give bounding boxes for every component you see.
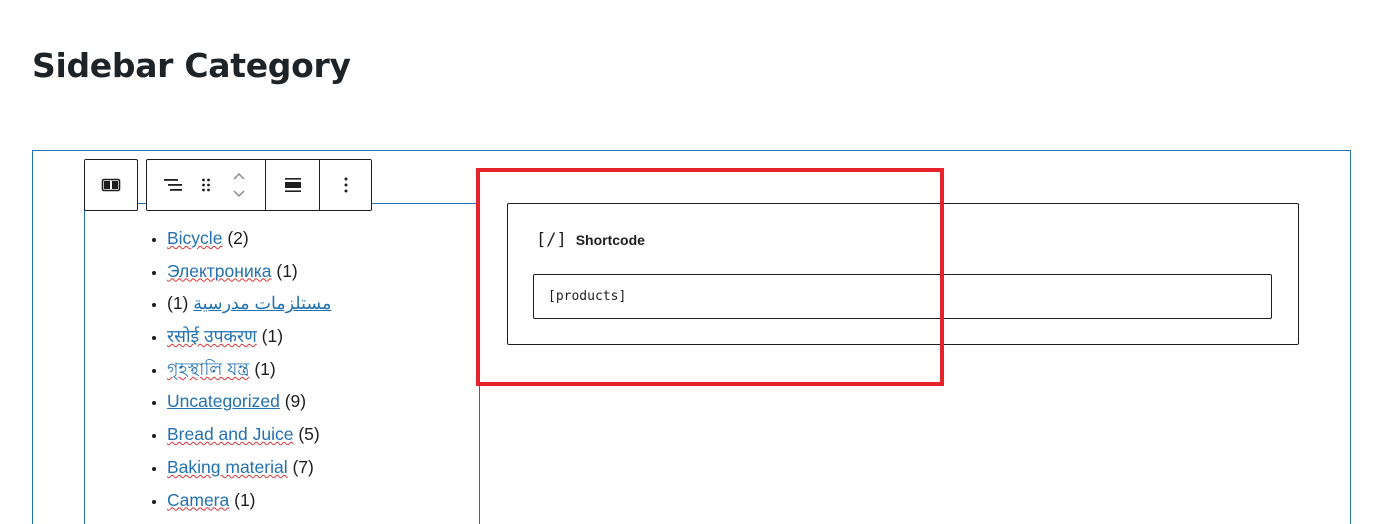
category-count: (9) bbox=[284, 391, 307, 412]
category-count: (1) bbox=[276, 260, 298, 281]
columns-block-button[interactable] bbox=[85, 160, 137, 210]
category-count: (1) bbox=[167, 293, 189, 314]
toolbar-group-block-type bbox=[84, 159, 138, 211]
category-link[interactable]: Электроника bbox=[167, 261, 272, 281]
list-item: Электроника (1) bbox=[167, 255, 331, 288]
align-button[interactable] bbox=[265, 160, 319, 210]
category-count: (2) bbox=[227, 228, 249, 248]
shortcode-icon: [/] bbox=[536, 230, 567, 250]
columns-icon bbox=[101, 178, 121, 192]
shortcode-input[interactable] bbox=[533, 274, 1272, 319]
category-count: (1) bbox=[261, 326, 284, 347]
move-up-down-icon bbox=[233, 172, 245, 198]
category-list: Bicycle (2) Электроника (1) (1) مستلزمات… bbox=[116, 222, 331, 516]
drag-handle-button[interactable] bbox=[199, 160, 213, 210]
list-view-button[interactable] bbox=[147, 160, 199, 210]
category-link[interactable]: Camera bbox=[167, 490, 229, 510]
category-link[interactable]: रसोई उपकरण bbox=[167, 326, 257, 346]
page-title[interactable]: Sidebar Category bbox=[32, 46, 351, 85]
editor-canvas: Sidebar Category • Bicycle (2) • Электро… bbox=[0, 0, 1379, 524]
move-up-down-button[interactable] bbox=[213, 160, 265, 210]
toolbar-group-move bbox=[146, 159, 372, 211]
category-link[interactable]: Baking material bbox=[167, 457, 288, 477]
more-options-icon bbox=[344, 177, 347, 193]
list-item: গৃহস্থালি যন্ত্র (1) bbox=[167, 353, 331, 386]
drag-handle-icon bbox=[202, 178, 210, 192]
list-item: Baking material (7) bbox=[167, 451, 331, 484]
list-item: Camera (1) bbox=[167, 484, 331, 517]
shortcode-label: [/] Shortcode bbox=[536, 230, 645, 250]
category-link[interactable]: Uncategorized bbox=[167, 391, 280, 411]
category-link[interactable]: Bread and Juice bbox=[167, 424, 293, 444]
shortcode-block[interactable]: [/] Shortcode bbox=[507, 203, 1299, 345]
shortcode-title: Shortcode bbox=[575, 232, 645, 248]
category-count: (7) bbox=[292, 456, 314, 477]
align-icon bbox=[284, 178, 301, 192]
category-link[interactable]: Bicycle bbox=[167, 228, 222, 248]
more-options-button[interactable] bbox=[319, 160, 371, 210]
category-count: (1) bbox=[234, 489, 256, 510]
list-view-icon bbox=[164, 179, 182, 191]
list-item: Uncategorized (9) bbox=[167, 385, 331, 418]
list-item: (1) مستلزمات مدرسية bbox=[167, 287, 331, 320]
category-count: (1) bbox=[254, 358, 276, 379]
list-item: रसोई उपकरण (1) bbox=[167, 320, 331, 353]
category-link[interactable]: গৃহস্থালি যন্ত্র bbox=[167, 359, 249, 379]
list-item: Bicycle (2) bbox=[167, 222, 331, 255]
category-count: (5) bbox=[298, 424, 320, 445]
block-toolbar bbox=[84, 159, 372, 211]
category-link[interactable]: مستلزمات مدرسية bbox=[193, 293, 331, 313]
list-item: Bread and Juice (5) bbox=[167, 418, 331, 451]
